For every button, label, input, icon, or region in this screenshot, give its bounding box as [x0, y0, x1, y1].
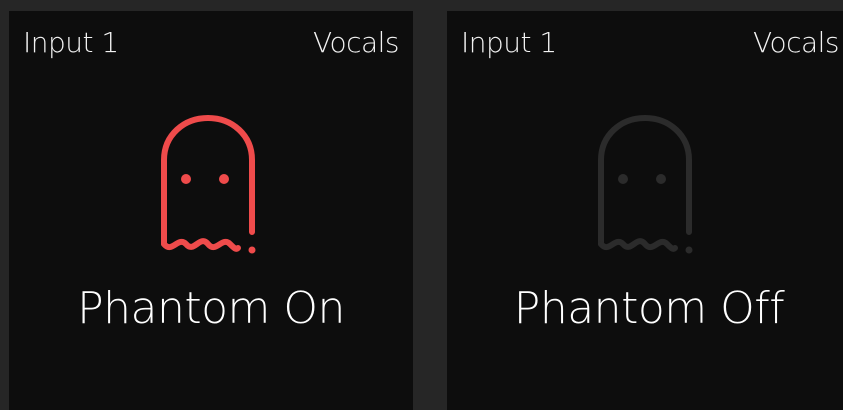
- phantom-tile-input-1-off[interactable]: Input 1 Vocals Phantom Off: [447, 11, 843, 410]
- channel-label: Vocals: [752, 26, 840, 59]
- channel-label: Vocals: [312, 26, 400, 59]
- input-label: Input 1: [23, 26, 119, 59]
- ghost-icon: [161, 115, 256, 254]
- phantom-tile-input-1-on[interactable]: Input 1 Vocals Phantom On: [9, 11, 413, 410]
- phantom-status-label: Phantom On: [77, 283, 345, 334]
- ghost-icon: [598, 115, 693, 254]
- input-label: Input 1: [461, 26, 557, 59]
- phantom-status-label: Phantom Off: [513, 283, 785, 334]
